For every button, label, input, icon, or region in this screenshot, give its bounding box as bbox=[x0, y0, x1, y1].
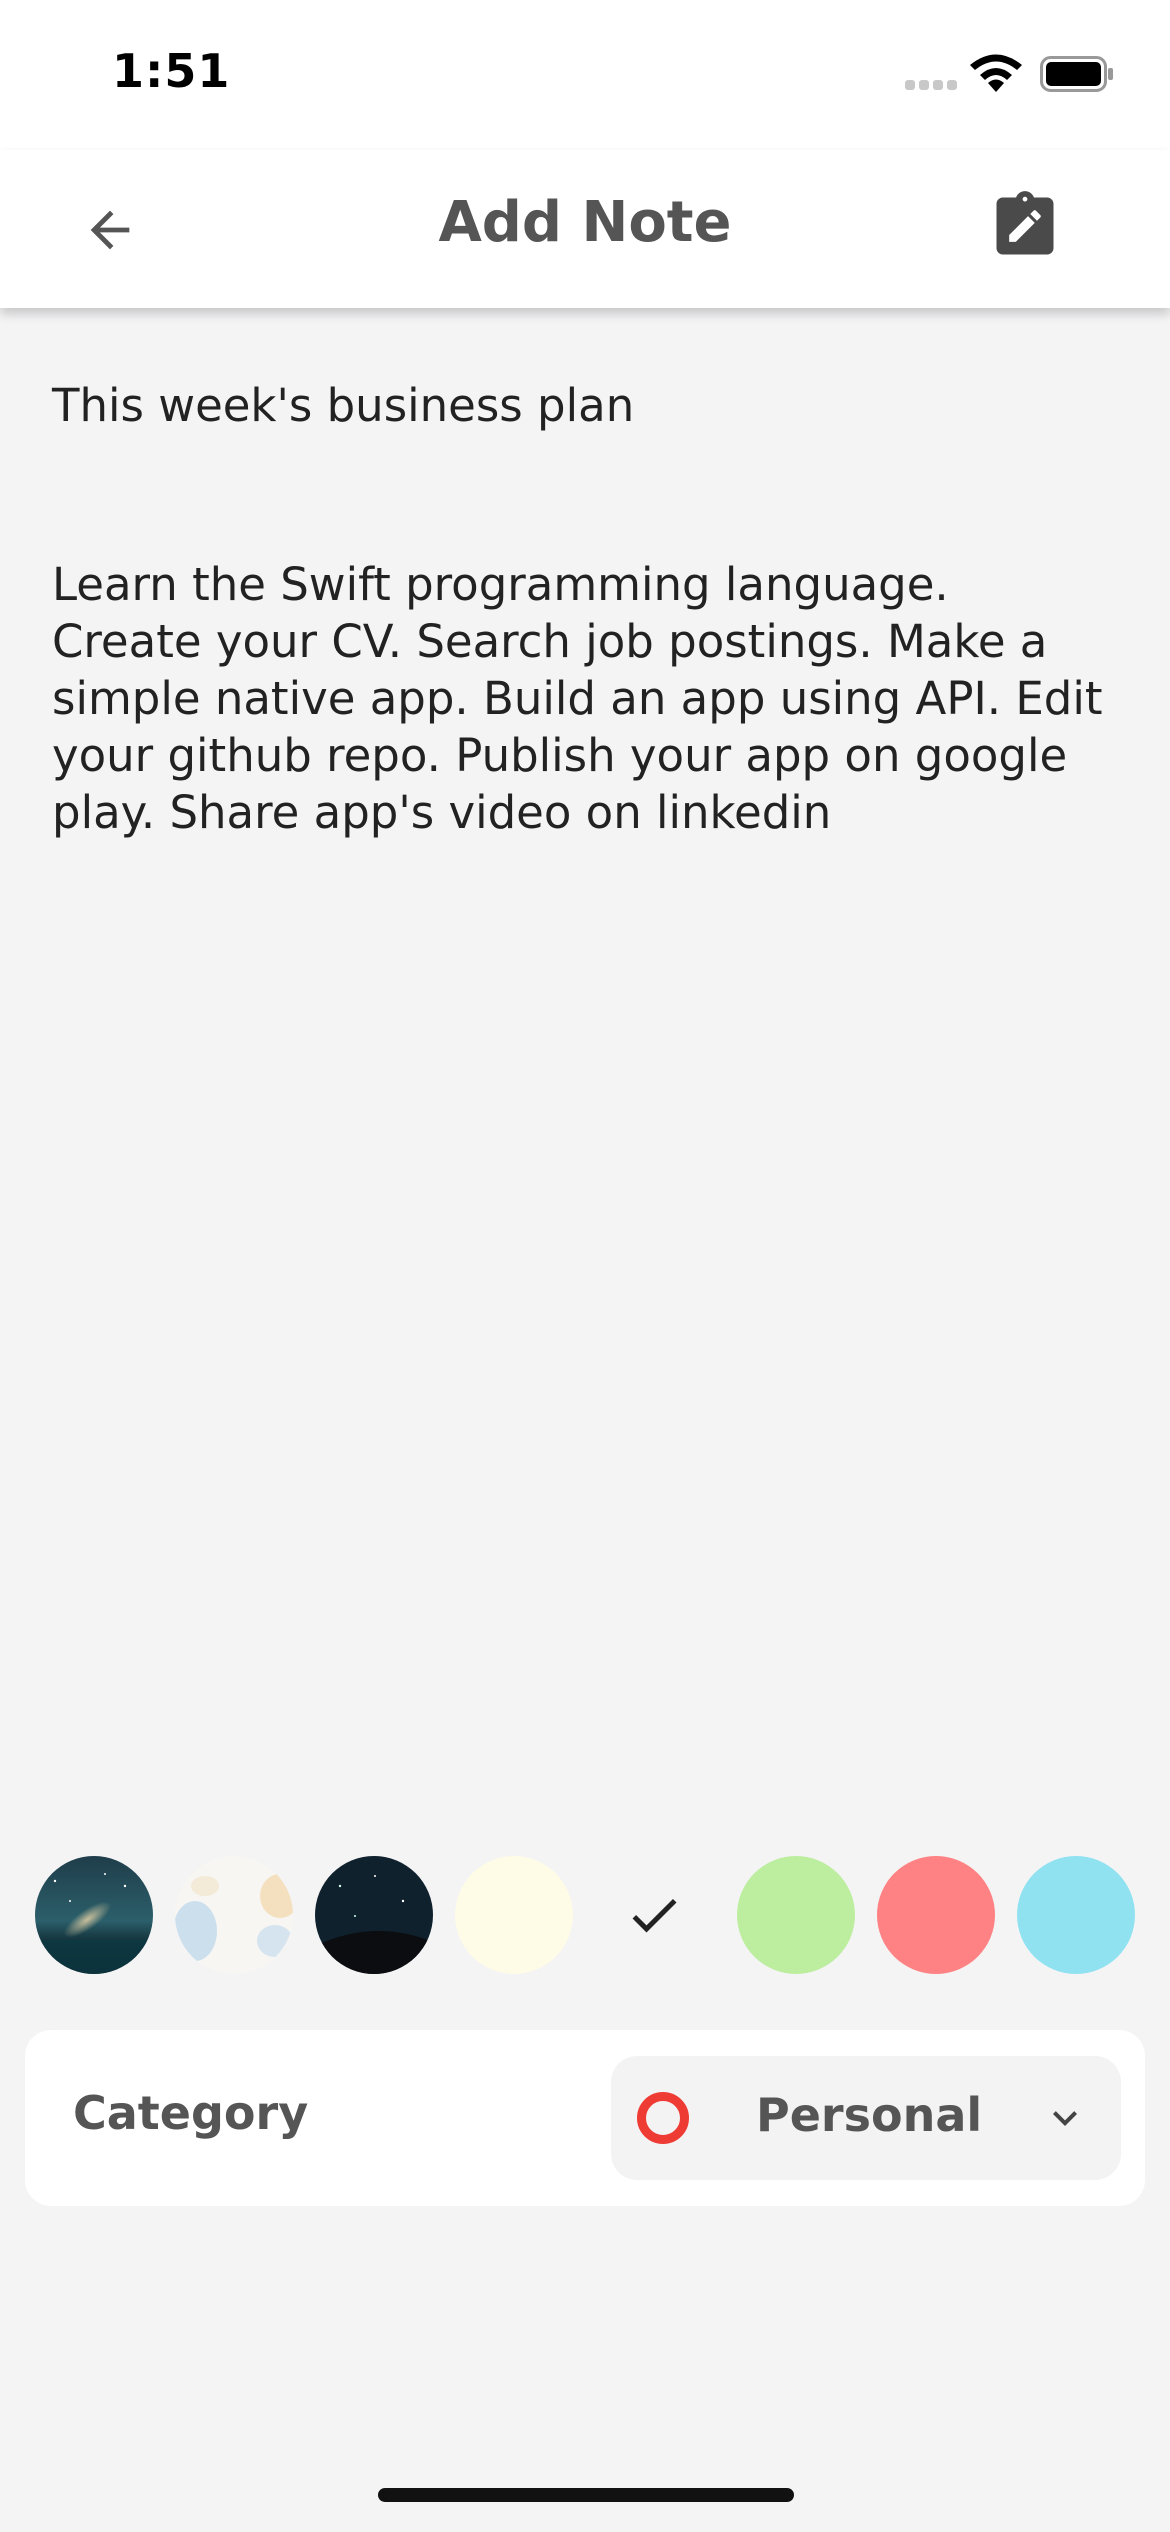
galaxy-image bbox=[35, 1856, 153, 1974]
watercolor-image bbox=[175, 1856, 293, 1974]
clipboard-edit-icon bbox=[996, 191, 1054, 255]
red-color-swatch[interactable] bbox=[877, 1856, 995, 1974]
default-color-swatch-selected[interactable] bbox=[595, 1856, 713, 1974]
watercolor-image-swatch[interactable] bbox=[175, 1856, 293, 1974]
category-dropdown[interactable]: Personal bbox=[611, 2056, 1121, 2180]
status-bar: 1:51 bbox=[0, 0, 1170, 150]
save-note-button[interactable] bbox=[985, 186, 1065, 266]
category-selected-value: Personal bbox=[756, 2088, 983, 2142]
home-indicator[interactable] bbox=[378, 2488, 794, 2502]
wifi-icon bbox=[970, 54, 1022, 92]
night-sky-image bbox=[315, 1856, 433, 1974]
blue-color-swatch[interactable] bbox=[1017, 1856, 1135, 1974]
app-header: Add Note bbox=[0, 150, 1170, 308]
night-sky-image-swatch[interactable] bbox=[315, 1856, 433, 1974]
category-card: Category Personal bbox=[25, 2030, 1145, 2206]
status-time: 1:51 bbox=[112, 44, 231, 98]
chevron-down-icon bbox=[1053, 2111, 1077, 2126]
color-picker bbox=[0, 1856, 1170, 1976]
cellular-signal-icon bbox=[905, 80, 961, 92]
note-title-field[interactable]: This week's business plan bbox=[52, 374, 1112, 438]
cream-color-swatch[interactable] bbox=[455, 1856, 573, 1974]
battery-icon bbox=[1040, 56, 1113, 92]
checkmark-icon bbox=[632, 1898, 677, 1933]
green-color-swatch[interactable] bbox=[737, 1856, 855, 1974]
galaxy-image-swatch[interactable] bbox=[35, 1856, 153, 1974]
category-color-dot-icon bbox=[637, 2092, 689, 2144]
note-body-field[interactable]: Learn the Swift programming language. Cr… bbox=[52, 556, 1112, 841]
category-label: Category bbox=[73, 2086, 309, 2140]
